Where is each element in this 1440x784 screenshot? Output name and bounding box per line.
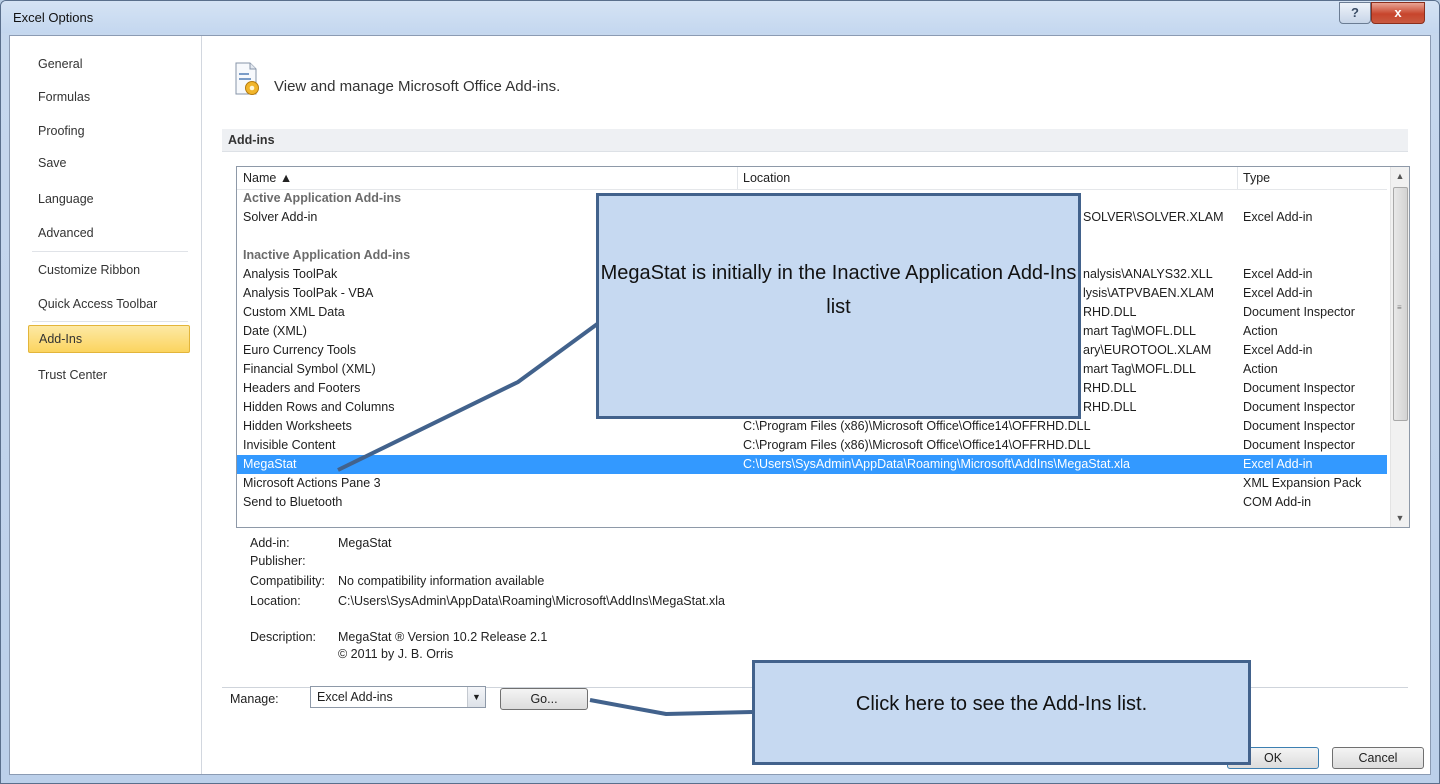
callout-pointer-2 <box>589 698 753 717</box>
callout-megastat-inactive: MegaStat is initially in the Inactive Ap… <box>596 193 1081 419</box>
callout-pointer-1 <box>337 320 602 472</box>
callout-go-button-hint: Click here to see the Add-Ins list. <box>752 660 1251 765</box>
